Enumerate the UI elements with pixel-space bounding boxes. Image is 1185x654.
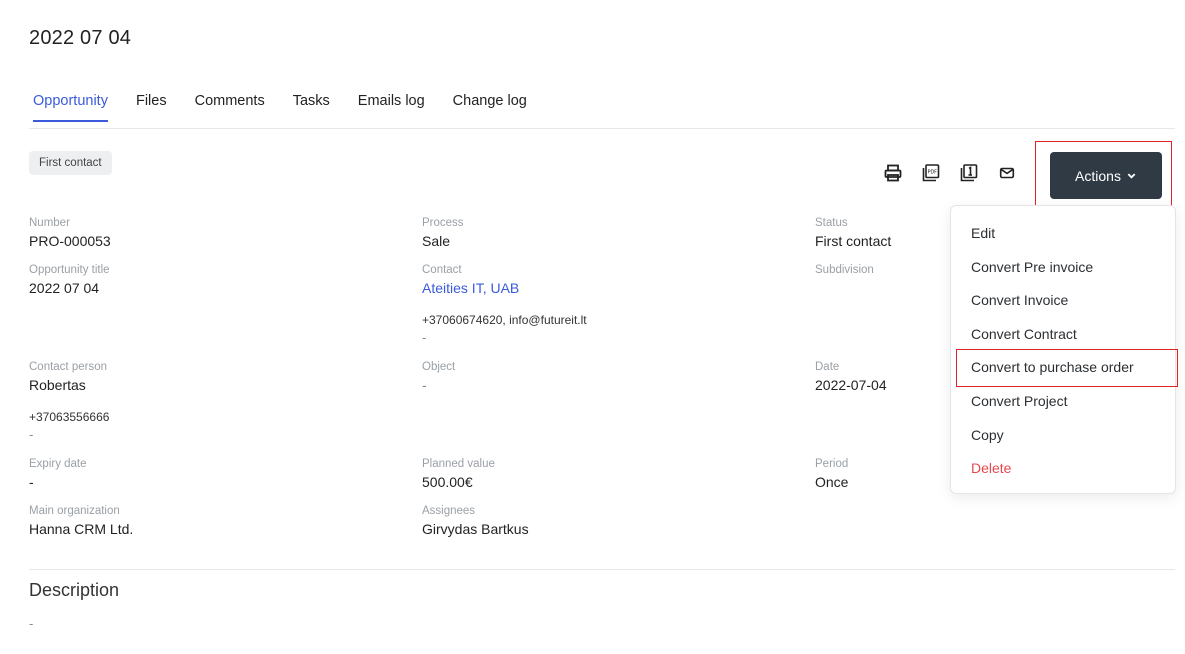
field-expiry-date: Expiry date -	[29, 457, 87, 491]
field-number: Number PRO-000053	[29, 216, 111, 250]
copy-one-icon[interactable]	[956, 160, 982, 186]
pdf-icon[interactable]: PDF	[918, 160, 944, 186]
field-main-organization: Main organization Hanna CRM Ltd.	[29, 504, 133, 538]
field-opportunity-title: Opportunity title 2022 07 04	[29, 263, 110, 297]
page-title: 2022 07 04	[29, 27, 132, 49]
field-label: Status	[815, 217, 848, 229]
field-value: -	[422, 377, 427, 393]
field-value: Girvydas Bartkus	[422, 521, 529, 537]
menu-item-convert-purchase-order[interactable]: Convert to purchase order	[971, 359, 1134, 375]
field-label: Opportunity title	[29, 264, 110, 276]
description-value: -	[29, 616, 34, 631]
menu-item-delete[interactable]: Delete	[971, 460, 1011, 476]
field-subdivision: Subdivision	[815, 263, 874, 277]
tab-change-log[interactable]: Change log	[453, 93, 527, 122]
field-date: Date 2022-07-04	[815, 360, 887, 394]
field-label: Process	[422, 217, 464, 229]
field-contact: Contact Ateities IT, UAB	[422, 263, 519, 297]
tab-bar: Opportunity Files Comments Tasks Emails …	[33, 93, 527, 122]
field-label: Period	[815, 458, 849, 470]
field-assignees: Assignees Girvydas Bartkus	[422, 504, 529, 538]
field-contact-person: Contact person Robertas	[29, 360, 107, 394]
field-label: Number	[29, 217, 70, 229]
tab-emails-log[interactable]: Emails log	[358, 93, 425, 122]
field-planned-value: Planned value 500.00€	[422, 457, 495, 491]
contact-person-phone: +37063556666	[29, 410, 110, 424]
contact-person-extra: -	[29, 427, 34, 442]
status-badge: First contact	[29, 151, 112, 175]
menu-item-copy[interactable]: Copy	[971, 427, 1004, 443]
tab-tasks[interactable]: Tasks	[293, 93, 330, 122]
field-label: Contact person	[29, 361, 107, 373]
field-value: Hanna CRM Ltd.	[29, 521, 134, 537]
field-value: Robertas	[29, 377, 86, 393]
field-label: Main organization	[29, 505, 120, 517]
chevron-down-icon	[1127, 173, 1136, 179]
contact-extra: -	[422, 330, 427, 345]
field-label: Planned value	[422, 458, 495, 470]
contact-details: +37060674620, info@futureit.lt	[422, 313, 587, 327]
field-value: Once	[815, 474, 849, 490]
field-object: Object -	[422, 360, 455, 394]
field-value: -	[29, 474, 34, 490]
actions-highlight: Actions	[1035, 141, 1172, 206]
menu-item-edit[interactable]: Edit	[971, 225, 995, 241]
menu-item-convert-pre-invoice[interactable]: Convert Pre invoice	[971, 259, 1093, 275]
field-process: Process Sale	[422, 216, 464, 250]
field-value: 500.00€	[422, 474, 473, 490]
field-value: Sale	[422, 233, 451, 249]
field-label: Subdivision	[815, 264, 874, 276]
svg-text:PDF: PDF	[928, 170, 938, 176]
tab-opportunity[interactable]: Opportunity	[33, 93, 108, 122]
toolbar: PDF	[880, 160, 1020, 186]
email-icon[interactable]	[994, 160, 1020, 186]
menu-item-convert-contract[interactable]: Convert Contract	[971, 326, 1077, 342]
tabs-divider	[29, 128, 1175, 129]
print-icon[interactable]	[880, 160, 906, 186]
field-label: Expiry date	[29, 458, 87, 470]
field-label: Object	[422, 361, 456, 373]
field-value: 2022-07-04	[815, 377, 887, 393]
description-divider	[29, 569, 1175, 570]
field-label: Assignees	[422, 505, 476, 517]
field-label: Contact	[422, 264, 462, 276]
field-value: 2022 07 04	[29, 280, 100, 296]
field-value: First contact	[815, 233, 892, 249]
description-title: Description	[29, 580, 120, 600]
actions-button-label: Actions	[1075, 167, 1121, 184]
tab-files[interactable]: Files	[136, 93, 167, 122]
field-status: Status First contact	[815, 216, 891, 250]
menu-item-convert-invoice[interactable]: Convert Invoice	[971, 292, 1068, 308]
actions-dropdown: Edit Convert Pre invoice Convert Invoice…	[950, 205, 1178, 494]
contact-link[interactable]: Ateities IT, UAB	[422, 279, 519, 297]
field-period: Period Once	[815, 457, 848, 491]
menu-item-convert-project[interactable]: Convert Project	[971, 393, 1067, 409]
field-value: PRO-000053	[29, 233, 111, 249]
tab-comments[interactable]: Comments	[195, 93, 265, 122]
field-label: Date	[815, 361, 840, 373]
actions-button[interactable]: Actions	[1050, 152, 1162, 199]
